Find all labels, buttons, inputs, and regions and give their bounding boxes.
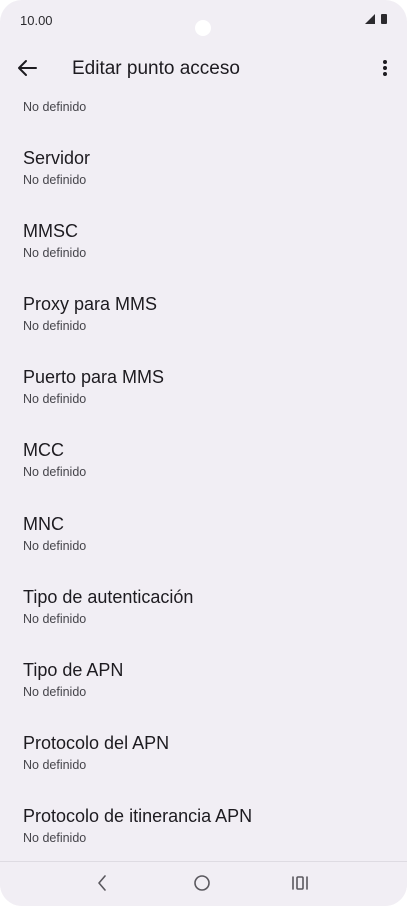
list-item-title: Puerto para MMS [23, 367, 165, 387]
settings-list: No definido Servidor No definido MMSC No… [0, 94, 407, 861]
list-item-title: MCC [23, 440, 64, 460]
chevron-left-icon [98, 875, 106, 891]
list-item-title: Protocolo del APN [23, 733, 170, 753]
phone-screen: 10.00 Editar punto acceso No definido Se… [0, 0, 407, 906]
arrow-back-icon [18, 60, 37, 76]
recents-icon [292, 876, 308, 890]
list-item-proxy-mms[interactable]: Proxy para MMS No definido [0, 294, 407, 364]
circle-home-icon [194, 875, 210, 891]
status-time: 10.00 [20, 13, 53, 28]
list-item-summary: No definido [23, 758, 87, 772]
list-item-tipo-autenticacion[interactable]: Tipo de autenticación No definido [0, 587, 407, 657]
status-icons [365, 14, 387, 24]
list-item-summary: No definido [23, 246, 87, 260]
list-item-protocolo-itinerancia-apn[interactable]: Protocolo de itinerancia APN No definido [0, 806, 407, 861]
nav-back-button[interactable] [90, 872, 114, 894]
list-item-title: Servidor [23, 148, 91, 168]
list-item-summary: No definido [23, 465, 87, 479]
app-bar: Editar punto acceso [0, 44, 407, 94]
camera-cutout [195, 20, 211, 36]
list-item-mmsc[interactable]: MMSC No definido [0, 221, 407, 291]
nav-home-button[interactable] [190, 872, 214, 894]
list-item-protocolo-apn[interactable]: Protocolo del APN No definido [0, 733, 407, 803]
back-button[interactable] [12, 52, 42, 84]
list-item-summary: No definido [23, 612, 87, 626]
list-item-summary: No definido [23, 539, 87, 553]
list-item-summary: No definido [23, 831, 87, 845]
navigation-bar [0, 861, 407, 906]
list-item-summary: No definido [23, 319, 87, 333]
more-options-button[interactable] [371, 52, 399, 84]
list-item-summary: No definido [23, 685, 87, 699]
list-item-summary: No definido [23, 392, 87, 406]
list-item-title: Tipo de autenticación [23, 587, 194, 607]
list-item-summary: No definido [23, 100, 87, 114]
list-item-title: Proxy para MMS [23, 294, 158, 314]
list-item-title: Protocolo de itinerancia APN [23, 806, 253, 826]
status-bar: 10.00 [0, 0, 407, 40]
list-item-summary: No definido [23, 173, 87, 187]
list-item-title: Tipo de APN [23, 660, 124, 680]
list-item-tipo-apn[interactable]: Tipo de APN No definido [0, 660, 407, 730]
list-item-puerto-mms[interactable]: Puerto para MMS No definido [0, 367, 407, 437]
more-vert-icon [383, 60, 387, 76]
page-title: Editar punto acceso [72, 58, 240, 79]
list-item-servidor[interactable]: Servidor No definido [0, 148, 407, 218]
battery-icon [381, 14, 387, 24]
list-item-title: MNC [23, 514, 64, 534]
list-item-mnc[interactable]: MNC No definido [0, 514, 407, 584]
signal-icon [365, 14, 375, 24]
nav-recents-button[interactable] [288, 872, 312, 894]
list-item-mcc[interactable]: MCC No definido [0, 440, 407, 510]
list-item-title: MMSC [23, 221, 78, 241]
